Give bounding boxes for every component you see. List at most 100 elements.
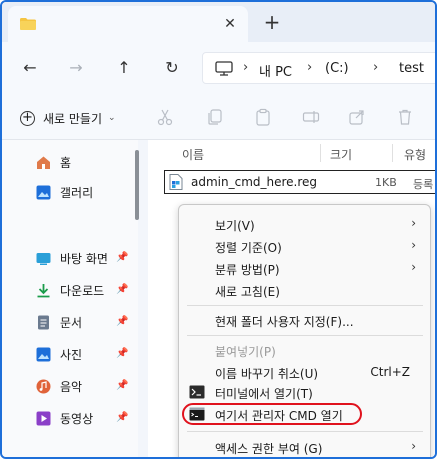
navigation-pane: 홈 갤러리 바탕 화면 📌 다운로드 📌 문서 📌 사진 📌 음악 📌 동영상 … [2,140,138,457]
menu-item-open-in-terminal[interactable]: 터미널에서 열기(T) [179,381,430,403]
column-divider[interactable] [392,144,393,162]
sidebar-item-downloads[interactable]: 다운로드 [36,280,104,300]
share-icon[interactable] [348,108,366,126]
documents-icon [38,315,49,329]
menu-item-label: 현재 폴더 사용자 지정(F)... [215,315,354,329]
menu-item-label: 여기서 관리자 CMD 열기 [215,409,343,423]
chevron-right-icon: › [411,260,416,274]
home-icon [37,156,50,169]
menu-item-group-by[interactable]: 분류 방법(P) › [179,257,430,279]
paste-icon[interactable] [254,108,272,126]
column-header-type[interactable]: 유형 [404,146,426,163]
sidebar-scrollbar[interactable] [135,150,139,220]
new-item-button[interactable]: + 새로 만들기 ⌄ [20,107,116,129]
pin-icon[interactable]: 📌 [116,252,128,263]
breadcrumb-drive-c[interactable]: (C:) [325,61,349,76]
new-item-label: 새로 만들기 [43,111,103,126]
menu-separator [187,335,423,336]
tab-test[interactable]: ✕ [8,6,248,42]
sidebar-item-music[interactable]: 음악 [36,376,82,396]
refresh-button[interactable]: ↻ [160,58,184,78]
sidebar-item-home[interactable]: 홈 [36,152,71,172]
menu-item-sort-by[interactable]: 정렬 기준(O) › [179,235,430,257]
chevron-right-icon: › [411,439,416,453]
context-menu: 보기(V) › 정렬 기준(O) › 분류 방법(P) › 새로 고침(E) 현… [178,204,431,457]
menu-separator [187,431,423,432]
pin-icon[interactable]: 📌 [116,284,128,295]
menu-item-label: 정렬 기준(O) [215,241,282,255]
pin-icon[interactable]: 📌 [116,316,128,327]
menu-item-customize-folder[interactable]: 현재 폴더 사용자 지정(F)... [179,309,430,331]
sidebar-item-desktop[interactable]: 바탕 화면 [36,248,108,268]
plus-icon: + [20,110,35,126]
registry-file-icon [169,174,183,190]
navigation-bar: ← → ↑ ↻ › 내 PC › (C:) › test [2,42,435,94]
breadcrumb-separator: › [243,60,249,75]
sidebar-item-label: 갤러리 [60,185,94,200]
sidebar-item-label: 다운로드 [60,283,105,298]
menu-item-shortcut: Ctrl+Z [370,365,410,379]
pin-icon[interactable]: 📌 [116,348,128,359]
menu-item-open-admin-cmd[interactable]: 여기서 관리자 CMD 열기 [179,403,430,425]
download-icon [37,283,50,297]
copy-icon[interactable] [206,108,224,126]
pictures-icon [36,347,51,361]
sidebar-item-label: 음악 [60,379,83,394]
sidebar-item-label: 바탕 화면 [60,251,108,266]
menu-item-refresh[interactable]: 새로 고침(E) [179,279,430,301]
file-explorer-window: ✕ + ← → ↑ ↻ › 내 PC › (C:) › test + 새로 만들… [0,0,437,459]
menu-item-label: 보기(V) [215,219,255,233]
menu-item-paste: 붙여넣기(P) [179,339,430,361]
sidebar-item-label: 홈 [60,155,72,170]
back-button[interactable]: ← [18,58,42,78]
file-size: 1KB [375,176,397,189]
menu-item-undo-rename[interactable]: 이름 바꾸기 취소(U) Ctrl+Z [179,361,430,383]
breadcrumb-separator: › [373,60,379,75]
sidebar-item-pictures[interactable]: 사진 [36,344,82,364]
file-row[interactable]: admin_cmd_here.reg 1KB 등록 [164,170,435,194]
menu-item-give-access[interactable]: 액세스 권한 부여 (G) › [179,436,430,457]
rename-icon[interactable] [302,108,320,126]
file-type: 등록 [413,178,434,191]
folder-icon [20,18,36,30]
sidebar-item-gallery[interactable]: 갤러리 [36,182,93,202]
sidebar-item-label: 동영상 [60,411,94,426]
new-tab-button[interactable]: + [260,12,284,34]
sidebar-item-videos[interactable]: 동영상 [36,408,93,428]
pin-icon[interactable]: 📌 [116,380,128,391]
music-icon [36,379,51,393]
chevron-down-icon: ⌄ [108,113,116,123]
desktop-icon [36,252,51,265]
forward-button[interactable]: → [64,58,88,78]
menu-item-label: 액세스 권한 부여 (G) [215,442,323,456]
column-header-name[interactable]: 이름 [182,146,204,163]
command-bar: + 새로 만들기 ⌄ [2,94,435,140]
menu-item-label: 이름 바꾸기 취소(U) [215,367,319,381]
sidebar-item-label: 사진 [60,347,83,362]
menu-item-label: 붙여넣기(P) [215,345,276,359]
chevron-right-icon: › [411,238,416,252]
file-name: admin_cmd_here.reg [191,175,318,189]
breadcrumb-test[interactable]: test [399,61,424,76]
breadcrumb-this-pc[interactable]: 내 PC [259,61,292,80]
sidebar-item-documents[interactable]: 문서 [36,312,82,332]
menu-item-view[interactable]: 보기(V) › [179,213,430,235]
breadcrumb-separator: › [307,60,313,75]
tab-bar: ✕ + [2,2,435,42]
cmd-icon [189,407,205,421]
chevron-right-icon: › [411,216,416,230]
terminal-icon [189,385,205,399]
menu-item-label: 새로 고침(E) [215,285,280,299]
pin-icon[interactable]: 📌 [116,412,128,423]
tab-close-button[interactable]: ✕ [220,14,240,34]
delete-icon[interactable] [396,108,414,126]
column-header-size[interactable]: 크기 [330,146,352,163]
column-divider[interactable] [320,144,321,162]
menu-item-label: 터미널에서 열기(T) [215,387,313,401]
gallery-icon [36,185,51,199]
up-button[interactable]: ↑ [112,58,136,78]
sidebar-item-label: 문서 [60,315,83,330]
address-bar[interactable]: › 내 PC › (C:) › test [202,52,435,84]
cut-icon[interactable] [156,108,174,126]
menu-separator [187,305,423,306]
